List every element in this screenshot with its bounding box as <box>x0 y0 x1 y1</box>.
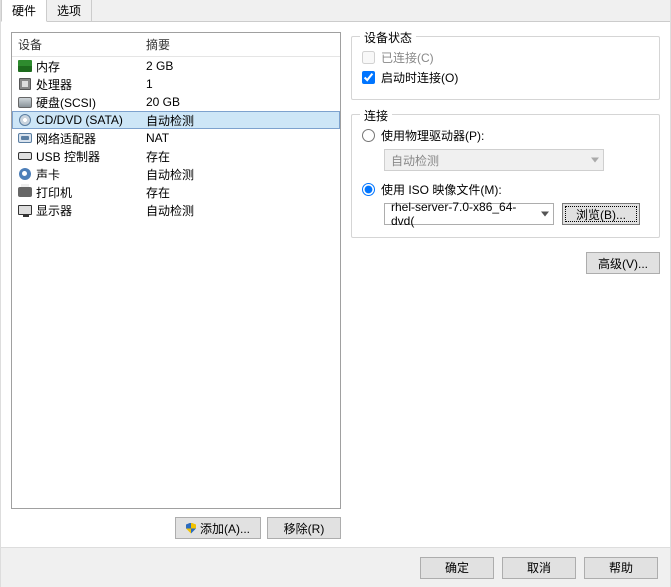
remove-button-label: 移除(R) <box>284 520 325 537</box>
tab-hardware[interactable]: 硬件 <box>1 0 47 22</box>
device-label: 内存 <box>34 58 142 75</box>
shield-icon <box>186 523 196 534</box>
chevron-down-icon <box>541 212 549 217</box>
sound-card-icon <box>16 168 34 180</box>
device-status-title: 设备状态 <box>360 29 416 46</box>
device-summary: 1 <box>142 77 340 91</box>
device-summary: 存在 <box>142 148 340 165</box>
device-label: CD/DVD (SATA) <box>34 113 142 127</box>
use-iso-label: 使用 ISO 映像文件(M): <box>381 181 502 198</box>
add-button[interactable]: 添加(A)... <box>175 517 261 539</box>
device-status-group: 设备状态 已连接(C) 启动时连接(O) <box>351 36 660 100</box>
add-button-label: 添加(A)... <box>200 520 250 537</box>
header-device: 设备 <box>12 36 142 53</box>
hardware-row-usb-controller[interactable]: USB 控制器存在 <box>12 147 340 165</box>
hard-disk-icon <box>16 97 34 108</box>
advanced-button-label: 高级(V)... <box>598 255 648 272</box>
settings-panel: 设备状态 已连接(C) 启动时连接(O) 连接 使用物理驱动器(P): <box>351 32 660 541</box>
device-label: 处理器 <box>34 76 142 93</box>
browse-button[interactable]: 浏览(B)... <box>562 203 640 225</box>
iso-file-value: rhel-server-7.0-x86_64-dvd( <box>391 200 533 228</box>
hardware-row-network-adapter[interactable]: 网络适配器NAT <box>12 129 340 147</box>
use-physical-radio[interactable] <box>362 129 375 142</box>
connect-at-poweron-label: 启动时连接(O) <box>381 69 458 86</box>
hardware-row-display[interactable]: 显示器自动检测 <box>12 201 340 219</box>
device-label: 声卡 <box>34 166 142 183</box>
printer-icon <box>16 187 34 197</box>
hardware-row-hard-disk[interactable]: 硬盘(SCSI)20 GB <box>12 93 340 111</box>
connect-at-poweron-checkbox[interactable] <box>362 71 375 84</box>
device-summary: 20 GB <box>142 95 340 109</box>
hardware-list-header: 设备 摘要 <box>12 33 340 57</box>
device-summary: NAT <box>142 131 340 145</box>
hardware-row-memory[interactable]: 内存2 GB <box>12 57 340 75</box>
browse-button-label: 浏览(B)... <box>576 206 626 223</box>
device-summary: 自动检测 <box>142 166 340 183</box>
device-summary: 2 GB <box>142 59 340 73</box>
physical-drive-combo: 自动检测 <box>384 149 604 171</box>
hardware-row-sound-card[interactable]: 声卡自动检测 <box>12 165 340 183</box>
connection-group: 连接 使用物理驱动器(P): 自动检测 使用 ISO 映像文件(M): <box>351 114 660 238</box>
device-summary: 自动检测 <box>142 112 340 129</box>
hardware-list[interactable]: 设备 摘要 内存2 GB处理器1硬盘(SCSI)20 GBCD/DVD (SAT… <box>11 32 341 509</box>
tab-options[interactable]: 选项 <box>46 0 92 21</box>
help-button[interactable]: 帮助 <box>584 557 658 579</box>
physical-drive-value: 自动检测 <box>391 152 439 169</box>
header-summary: 摘要 <box>142 36 340 53</box>
memory-icon <box>16 60 34 72</box>
connected-label: 已连接(C) <box>381 49 434 66</box>
usb-controller-icon <box>16 152 34 160</box>
network-adapter-icon <box>16 133 34 143</box>
hardware-panel: 设备 摘要 内存2 GB处理器1硬盘(SCSI)20 GBCD/DVD (SAT… <box>11 32 341 541</box>
use-physical-label: 使用物理驱动器(P): <box>381 127 484 144</box>
device-label: 显示器 <box>34 202 142 219</box>
cpu-icon <box>16 78 34 90</box>
iso-file-combo[interactable]: rhel-server-7.0-x86_64-dvd( <box>384 203 554 225</box>
cd-dvd-icon <box>16 114 34 126</box>
connection-title: 连接 <box>360 107 392 124</box>
use-iso-radio[interactable] <box>362 183 375 196</box>
hardware-row-cd-dvd[interactable]: CD/DVD (SATA)自动检测 <box>12 111 340 129</box>
connected-checkbox <box>362 51 375 64</box>
display-icon <box>16 205 34 215</box>
tabs-bar: 硬件 选项 <box>1 0 670 22</box>
device-summary: 存在 <box>142 184 340 201</box>
dialog-footer: 确定 取消 帮助 <box>1 547 670 587</box>
hardware-row-cpu[interactable]: 处理器1 <box>12 75 340 93</box>
advanced-button[interactable]: 高级(V)... <box>586 252 660 274</box>
hardware-row-printer[interactable]: 打印机存在 <box>12 183 340 201</box>
chevron-down-icon <box>591 158 599 163</box>
cancel-button[interactable]: 取消 <box>502 557 576 579</box>
device-label: USB 控制器 <box>34 148 142 165</box>
device-label: 硬盘(SCSI) <box>34 94 142 111</box>
ok-button[interactable]: 确定 <box>420 557 494 579</box>
device-label: 网络适配器 <box>34 130 142 147</box>
device-summary: 自动检测 <box>142 202 340 219</box>
remove-button[interactable]: 移除(R) <box>267 517 341 539</box>
device-label: 打印机 <box>34 184 142 201</box>
